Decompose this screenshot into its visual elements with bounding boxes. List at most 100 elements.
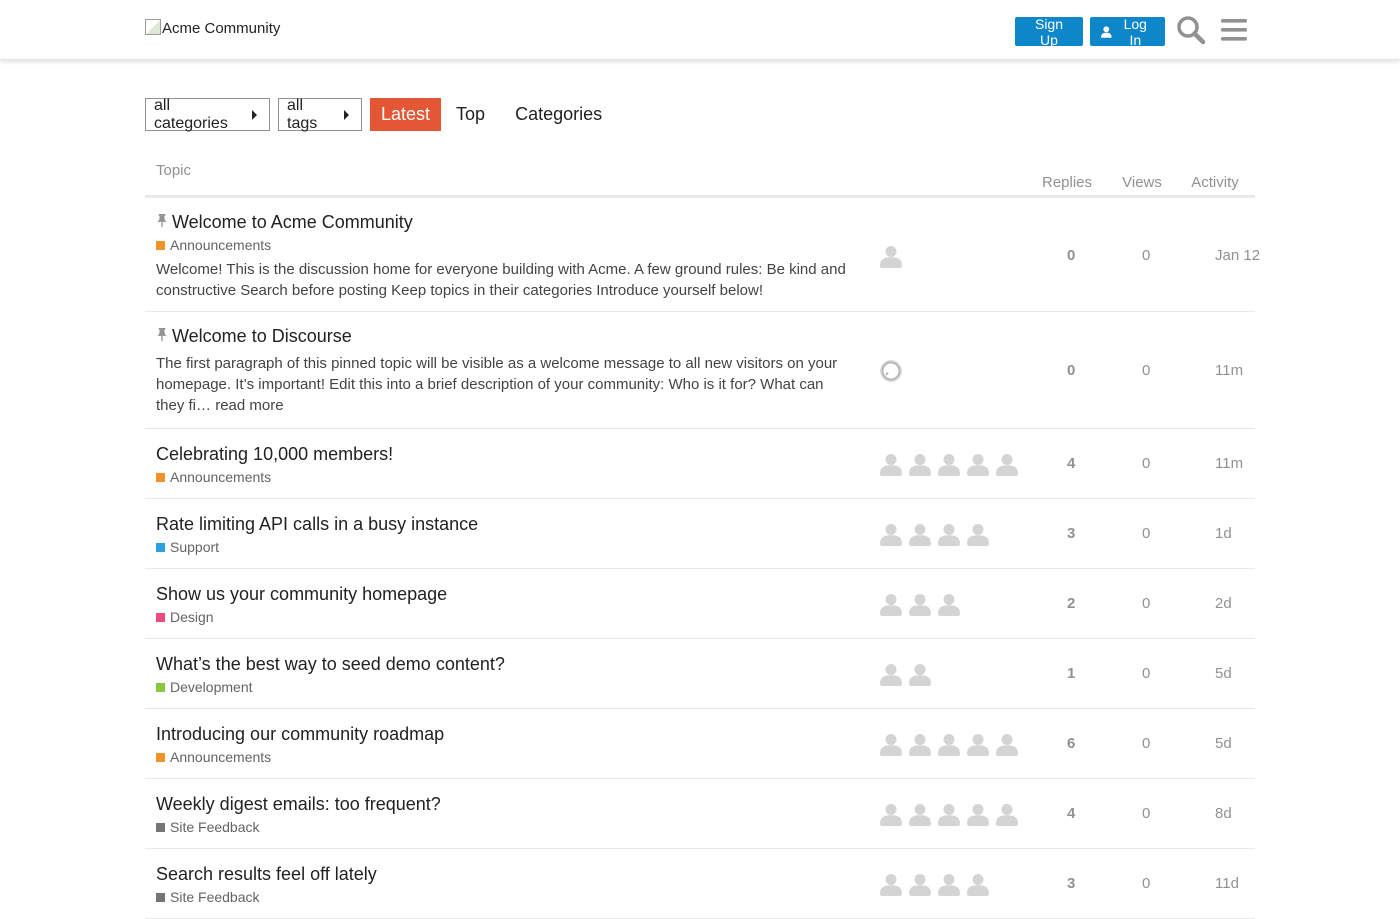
category-badge[interactable]: Support (156, 539, 856, 555)
category-color-swatch (156, 892, 165, 902)
category-badge[interactable]: Site Feedback (156, 819, 856, 835)
topic-title-text[interactable]: Rate limiting API calls in a busy instan… (156, 514, 478, 535)
category-name: Site Feedback (170, 819, 260, 835)
tab-latest[interactable]: Latest (370, 98, 442, 131)
category-badge[interactable]: Announcements (156, 237, 856, 253)
topic-list: Topic Replies Views Activity Welcome to … (145, 150, 1260, 919)
category-color-swatch (156, 752, 165, 762)
user-avatar-icon[interactable] (966, 522, 990, 546)
user-avatar-icon[interactable] (879, 872, 903, 896)
category-name: Announcements (170, 469, 272, 485)
topic-posters (879, 359, 908, 383)
category-badge[interactable]: Announcements (156, 749, 856, 765)
topic-main: Rate limiting API calls in a busy instan… (156, 514, 856, 555)
topic-title-text[interactable]: Weekly digest emails: too frequent? (156, 794, 441, 815)
topic-excerpt: Welcome! This is the discussion home for… (156, 259, 856, 301)
topic-title[interactable]: Rate limiting API calls in a busy instan… (156, 514, 856, 535)
topic-title[interactable]: Show us your community homepage (156, 584, 856, 605)
category-name: Design (170, 609, 214, 625)
topic-navigation: all categories all tags Latest Top Categ… (145, 97, 617, 132)
category-color-swatch (156, 612, 165, 622)
user-avatar-icon[interactable] (995, 452, 1019, 476)
user-avatar-icon[interactable] (995, 802, 1019, 826)
topic-title[interactable]: Celebrating 10,000 members! (156, 444, 856, 465)
category-badge[interactable]: Site Feedback (156, 889, 856, 905)
category-name: Development (170, 679, 253, 695)
user-avatar-icon[interactable] (966, 732, 990, 756)
user-avatar-icon[interactable] (995, 732, 1019, 756)
topic-main: Search results feel off lately Site Feedb… (156, 864, 856, 905)
topic-title[interactable]: Weekly digest emails: too frequent? (156, 794, 856, 815)
topic-main: What’s the best way to seed demo content… (156, 654, 856, 695)
read-more-link[interactable]: read more (215, 397, 283, 414)
column-header-activity[interactable]: Activity (1191, 174, 1239, 191)
sign-up-button[interactable]: Sign Up (1015, 16, 1083, 48)
user-avatar-icon[interactable] (937, 872, 961, 896)
user-avatar-icon[interactable] (879, 452, 903, 476)
log-in-button[interactable]: Log In (1090, 15, 1165, 48)
user-avatar-icon[interactable] (908, 732, 932, 756)
topic-main: Welcome to Acme Community Announcements We… (156, 212, 856, 301)
topic-title[interactable]: Welcome to Discourse (156, 326, 856, 347)
topic-title[interactable]: Welcome to Acme Community (156, 212, 856, 233)
user-avatar-icon[interactable] (937, 732, 961, 756)
category-name: Support (170, 539, 220, 555)
category-color-swatch (156, 472, 165, 482)
user-avatar-icon[interactable] (879, 662, 903, 686)
column-header-views[interactable]: Views (1122, 174, 1162, 191)
topic-title-text[interactable]: What’s the best way to seed demo content… (156, 654, 505, 675)
topic-posters (879, 662, 937, 686)
search-icon[interactable] (1176, 15, 1206, 45)
tab-categories[interactable]: Categories (504, 98, 613, 131)
user-avatar-icon[interactable] (879, 522, 903, 546)
topic-rows: Welcome to Acme Community Announcements We… (145, 198, 1260, 919)
topic-row: Welcome to Acme Community Announcements We… (145, 198, 1260, 312)
topic-title-text[interactable]: Introducing our community roadmap (156, 724, 444, 745)
user-avatar-icon[interactable] (908, 592, 932, 616)
tab-top[interactable]: Top (445, 98, 496, 131)
topic-title-text[interactable]: Celebrating 10,000 members! (156, 444, 393, 465)
topic-main: Celebrating 10,000 members! Announcements (156, 444, 856, 485)
topic-row: Welcome to Discourse The first paragraph … (145, 312, 1255, 429)
user-avatar-icon[interactable] (937, 592, 961, 616)
topic-title[interactable]: Introducing our community roadmap (156, 724, 856, 745)
categories-dropdown[interactable]: all categories (145, 97, 270, 132)
user-avatar-icon[interactable] (879, 802, 903, 826)
user-avatar-icon[interactable] (966, 872, 990, 896)
user-avatar-icon[interactable] (937, 802, 961, 826)
user-avatar-icon[interactable] (908, 452, 932, 476)
user-avatar-icon[interactable] (908, 872, 932, 896)
site-logo[interactable]: Acme Community (145, 18, 281, 37)
category-badge[interactable]: Development (156, 679, 856, 695)
user-avatar-icon[interactable] (908, 522, 932, 546)
system-avatar-icon[interactable] (879, 359, 903, 383)
topic-row: Show us your community homepage Design 2 0 2… (145, 569, 1255, 639)
topic-title-text[interactable]: Welcome to Acme Community (172, 212, 413, 233)
topic-title-text[interactable]: Search results feel off lately (156, 864, 377, 885)
topic-posters (879, 802, 1024, 826)
category-color-swatch (156, 822, 165, 832)
category-color-swatch (156, 240, 165, 250)
topic-title-text[interactable]: Show us your community homepage (156, 584, 447, 605)
topic-title[interactable]: Search results feel off lately (156, 864, 856, 885)
column-header-replies[interactable]: Replies (1042, 174, 1092, 191)
tags-dropdown[interactable]: all tags (278, 97, 362, 132)
user-avatar-icon[interactable] (937, 522, 961, 546)
column-header-topic[interactable]: Topic (156, 162, 191, 179)
hamburger-menu-icon[interactable] (1220, 17, 1248, 43)
topic-title[interactable]: What’s the best way to seed demo content… (156, 654, 856, 675)
user-avatar-icon[interactable] (879, 244, 903, 268)
user-avatar-icon[interactable] (966, 452, 990, 476)
logo-alt-text: Acme Community (162, 20, 281, 37)
user-avatar-icon[interactable] (966, 802, 990, 826)
category-badge[interactable]: Design (156, 609, 856, 625)
user-avatar-icon[interactable] (879, 732, 903, 756)
user-avatar-icon[interactable] (879, 592, 903, 616)
category-badge[interactable]: Announcements (156, 469, 856, 485)
log-in-label: Log In (1123, 15, 1147, 48)
user-avatar-icon[interactable] (908, 802, 932, 826)
user-avatar-icon[interactable] (908, 662, 932, 686)
user-avatar-icon[interactable] (937, 452, 961, 476)
topic-posters (879, 592, 966, 616)
topic-title-text[interactable]: Welcome to Discourse (172, 326, 352, 347)
